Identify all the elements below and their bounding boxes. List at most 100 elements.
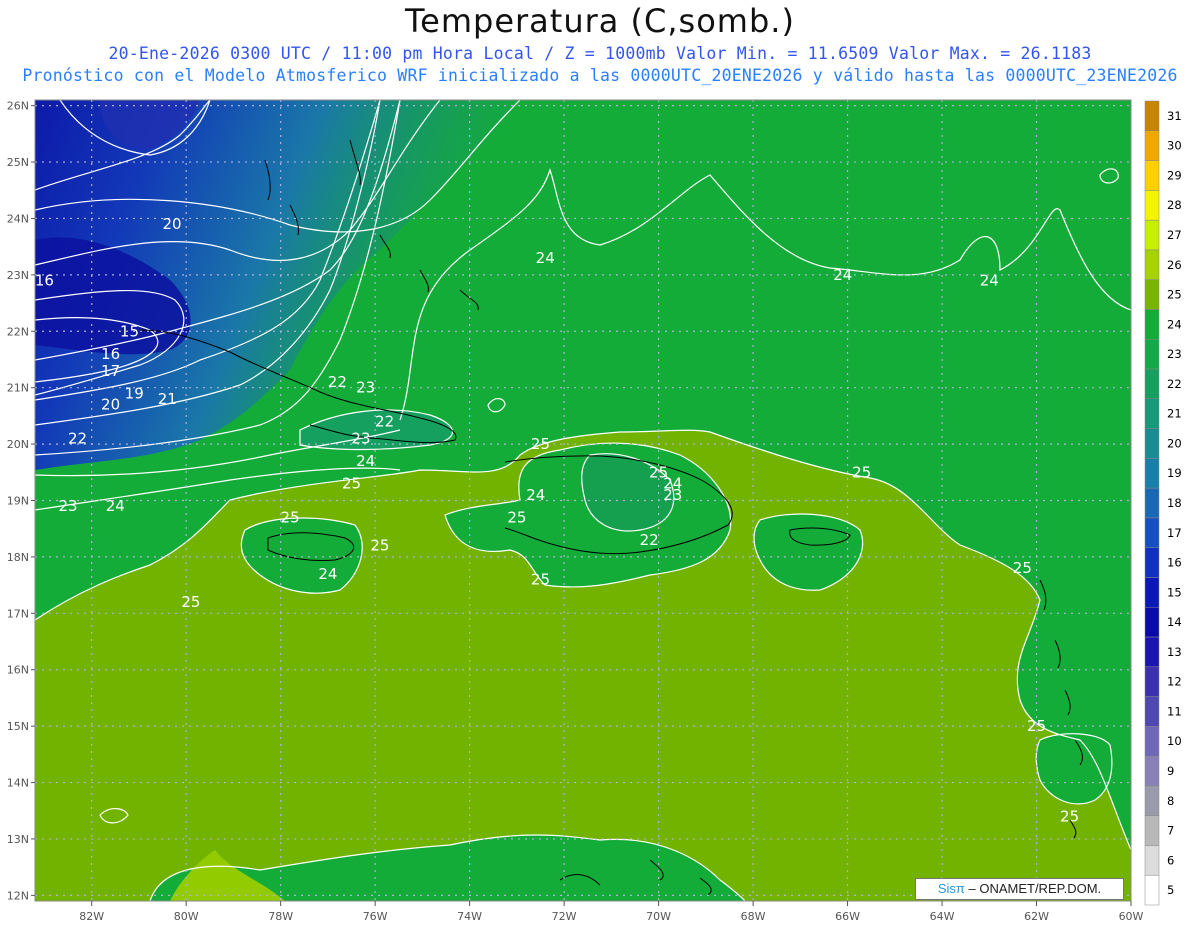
colorbar-swatch	[1144, 309, 1160, 340]
colorbar-label: 25	[1167, 288, 1182, 302]
contour-label: 15	[120, 322, 139, 340]
contour-label: 25	[181, 593, 200, 611]
contour-label: 21	[158, 390, 177, 408]
lon-tick-label: 60W	[1119, 910, 1144, 923]
colorbar-label: 9	[1167, 764, 1174, 778]
lat-tick-label: 12N	[7, 889, 29, 902]
colorbar-swatch	[1144, 845, 1160, 876]
lon-tick-label: 78W	[268, 910, 293, 923]
contour-label: 25	[1060, 807, 1079, 825]
lon-tick-label: 80W	[174, 910, 199, 923]
colorbar-swatch	[1144, 398, 1160, 429]
lat-tick-label: 26N	[7, 100, 29, 113]
contour-label: 25	[1027, 717, 1046, 735]
contour-label: 24	[106, 497, 125, 515]
lat-tick-label: 16N	[7, 664, 29, 677]
contour-label: 24	[526, 486, 545, 504]
lat-tick-label: 13N	[7, 833, 29, 846]
contour-label: 25	[531, 570, 550, 588]
colorbar-swatch	[1144, 606, 1160, 638]
colorbar-swatch	[1144, 755, 1160, 787]
colorbar-label: 12	[1167, 675, 1182, 689]
colorbar-swatch	[1144, 815, 1160, 846]
colorbar-label: 10	[1167, 734, 1182, 748]
lon-tick-label: 62W	[1024, 910, 1049, 923]
contour-label: 25	[1013, 559, 1032, 577]
colorbar-swatch	[1144, 874, 1160, 906]
credit-box: Sisπ – ONAMET/REP.DOM.	[915, 878, 1124, 900]
contour-label: 25	[531, 435, 550, 453]
lat-tick-label: 23N	[7, 269, 29, 282]
colorbar-swatch	[1144, 190, 1160, 221]
colorbar-label: 8	[1167, 794, 1174, 808]
lat-tick-label: 18N	[7, 551, 29, 564]
colorbar-label: 31	[1167, 109, 1182, 123]
lon-tick-label: 68W	[741, 910, 766, 923]
colorbar-label: 17	[1167, 526, 1182, 540]
colorbar-label: 5	[1167, 883, 1174, 897]
lat-tick-label: 17N	[7, 607, 29, 620]
colorbar-swatch	[1144, 368, 1160, 400]
colorbar-label: 20	[1167, 436, 1182, 450]
contour-label: 19	[125, 384, 144, 402]
colorbar-swatch	[1144, 100, 1160, 132]
colorbar-swatch	[1144, 517, 1160, 548]
colorbar-label: 6	[1167, 853, 1174, 867]
lon-tick-label: 82W	[79, 910, 104, 923]
lon-tick-label: 74W	[457, 910, 482, 923]
contour-label: 25	[281, 508, 300, 526]
colorbar-label: 16	[1167, 556, 1182, 570]
colorbar-swatch	[1144, 279, 1160, 310]
lon-tick-label: 72W	[552, 910, 577, 923]
contour-label: 23	[59, 497, 78, 515]
contour-label: 25	[507, 508, 526, 526]
contour-label: 24	[536, 249, 555, 267]
credit-brand: Sisπ	[937, 881, 965, 896]
contour-label: 24	[980, 272, 999, 290]
colorbar-label: 15	[1167, 585, 1182, 599]
contour-label: 22	[640, 531, 659, 549]
colorbar-label: 23	[1167, 347, 1182, 361]
contour-label: 20	[162, 215, 181, 233]
contour-label: 24	[833, 266, 852, 284]
lon-tick-label: 70W	[646, 910, 671, 923]
colorbar-swatch	[1144, 666, 1160, 697]
colorbar-swatch	[1144, 547, 1160, 578]
colorbar-swatch	[1144, 219, 1160, 251]
contour-label: 25	[342, 475, 361, 493]
contour-label: 24	[318, 565, 337, 583]
colorbar-label: 19	[1167, 466, 1182, 480]
contour-label: 22	[328, 373, 347, 391]
contour-label: 22	[68, 429, 87, 447]
contour-label: 22	[375, 413, 394, 431]
contour-label: 23	[663, 486, 682, 504]
colorbar-swatch	[1144, 249, 1160, 280]
map-container: 24 24 24 20 16 15 16 17 19 21 20 22 22 23 22 23 24 25 23 24…	[0, 0, 1200, 927]
lat-tick-label: 21N	[7, 382, 29, 395]
colorbar-swatch	[1144, 696, 1160, 727]
colorbar-label: 22	[1167, 377, 1182, 391]
colorbar-label: 11	[1167, 704, 1182, 718]
lon-tick-label: 76W	[363, 910, 388, 923]
contour-label: 25	[852, 463, 871, 481]
contour-label: 17	[101, 362, 120, 380]
colorbar-swatch	[1144, 785, 1160, 816]
colorbar-label: 27	[1167, 228, 1182, 242]
contour-label: 23	[351, 429, 370, 447]
colorbar-swatch	[1144, 577, 1160, 608]
colorbar-swatch	[1144, 130, 1160, 161]
lat-tick-label: 14N	[7, 777, 29, 790]
lat-tick-label: 20N	[7, 438, 29, 451]
contour-label: 23	[356, 379, 375, 397]
contour-label: 16	[101, 345, 120, 363]
colorbar-label: 21	[1167, 407, 1182, 421]
colorbar-swatch	[1144, 458, 1160, 489]
contour-label: 24	[356, 452, 375, 470]
lat-tick-label: 15N	[7, 720, 29, 733]
contour-label: 25	[370, 537, 389, 555]
colorbar: 5 6 7 8 9 10 11 12 13 14 15 16 17 18 19 20 21 22 23 24 25 26 2…	[1144, 100, 1182, 906]
colorbar-swatch	[1144, 338, 1160, 370]
colorbar-label: 14	[1167, 615, 1182, 629]
colorbar-label: 13	[1167, 645, 1182, 659]
contour-label: 20	[101, 396, 120, 414]
